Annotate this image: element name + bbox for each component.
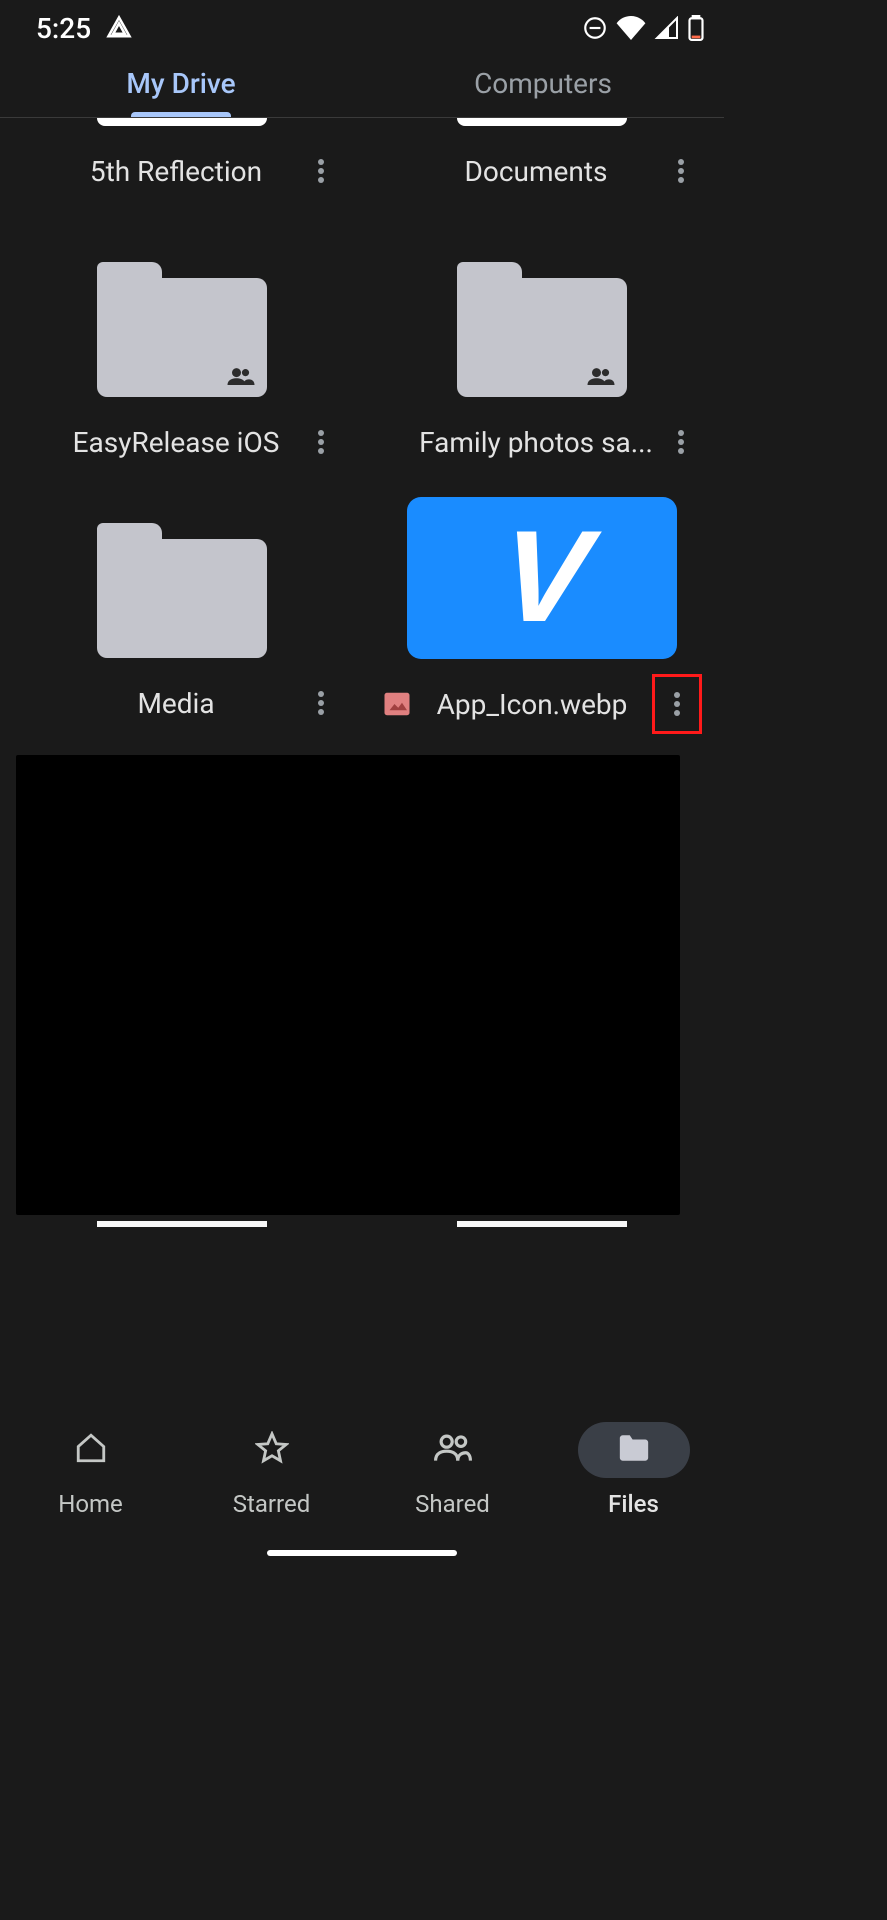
more-options-button[interactable] <box>660 421 702 463</box>
folder-icon <box>457 262 627 397</box>
folder-name: Media <box>52 686 300 721</box>
status-left: 5:25 <box>36 12 133 45</box>
tab-label: My Drive <box>126 67 235 100</box>
file-name: App_Icon.webp <box>412 687 652 722</box>
image-type-icon <box>382 689 412 719</box>
do-not-disturb-icon <box>582 15 608 41</box>
status-right <box>582 15 704 41</box>
shared-icon <box>227 367 255 389</box>
nav-starred[interactable]: Starred <box>181 1422 362 1568</box>
folder-item[interactable]: Media <box>22 523 342 735</box>
people-icon <box>434 1433 472 1467</box>
nav-label: Starred <box>233 1490 310 1518</box>
folder-icon <box>97 262 267 397</box>
file-thumbnail-partial <box>97 118 267 126</box>
nav-shared[interactable]: Shared <box>362 1422 543 1568</box>
more-options-button[interactable] <box>652 674 702 734</box>
nav-label: Files <box>608 1490 659 1518</box>
more-options-button[interactable] <box>300 682 342 724</box>
bottom-nav: Home Starred Shared Files <box>0 1410 724 1568</box>
status-time: 5:25 <box>36 12 91 45</box>
home-icon <box>74 1431 108 1469</box>
gesture-bar[interactable] <box>267 1550 457 1556</box>
file-item[interactable]: 5th Reflection <box>22 118 342 202</box>
drive-tabs: My Drive Computers <box>0 50 724 118</box>
battery-low-icon <box>688 15 704 41</box>
cell-signal-icon <box>654 16 680 40</box>
more-options-button[interactable] <box>300 150 342 192</box>
tab-computers[interactable]: Computers <box>362 50 724 117</box>
tab-my-drive[interactable]: My Drive <box>0 50 362 117</box>
nav-home[interactable]: Home <box>0 1422 181 1568</box>
folder-item[interactable]: Family photos sa... <box>382 262 702 473</box>
file-caption-partial <box>457 1221 627 1227</box>
folder-item[interactable]: EasyRelease iOS <box>22 262 342 473</box>
file-name: 5th Reflection <box>52 154 300 189</box>
folder-name: Family photos sa... <box>412 425 660 460</box>
folder-name: EasyRelease iOS <box>52 425 300 460</box>
wifi-icon <box>616 16 646 40</box>
venmo-logo-v: V <box>495 501 589 651</box>
file-caption-partial <box>97 1221 267 1227</box>
file-item[interactable]: Documents <box>382 118 702 202</box>
nav-label: Home <box>58 1490 123 1518</box>
folder-icon <box>97 523 267 658</box>
more-options-button[interactable] <box>660 150 702 192</box>
tab-label: Computers <box>474 67 612 100</box>
file-item[interactable]: V App_Icon.webp <box>382 497 702 735</box>
star-icon <box>255 1431 289 1469</box>
file-name: Documents <box>412 154 660 189</box>
file-grid-scroll[interactable]: 5th Reflection Documents <box>0 118 724 1358</box>
folder-icon <box>617 1433 651 1467</box>
triangle-warning-icon <box>105 14 133 42</box>
file-thumbnail-large[interactable] <box>16 755 680 1215</box>
shared-icon <box>587 367 615 389</box>
file-thumbnail-partial <box>457 118 627 126</box>
nav-label: Shared <box>415 1490 490 1518</box>
image-thumbnail: V <box>407 497 677 659</box>
status-bar: 5:25 <box>0 0 724 50</box>
more-options-button[interactable] <box>300 421 342 463</box>
nav-files[interactable]: Files <box>543 1422 724 1568</box>
